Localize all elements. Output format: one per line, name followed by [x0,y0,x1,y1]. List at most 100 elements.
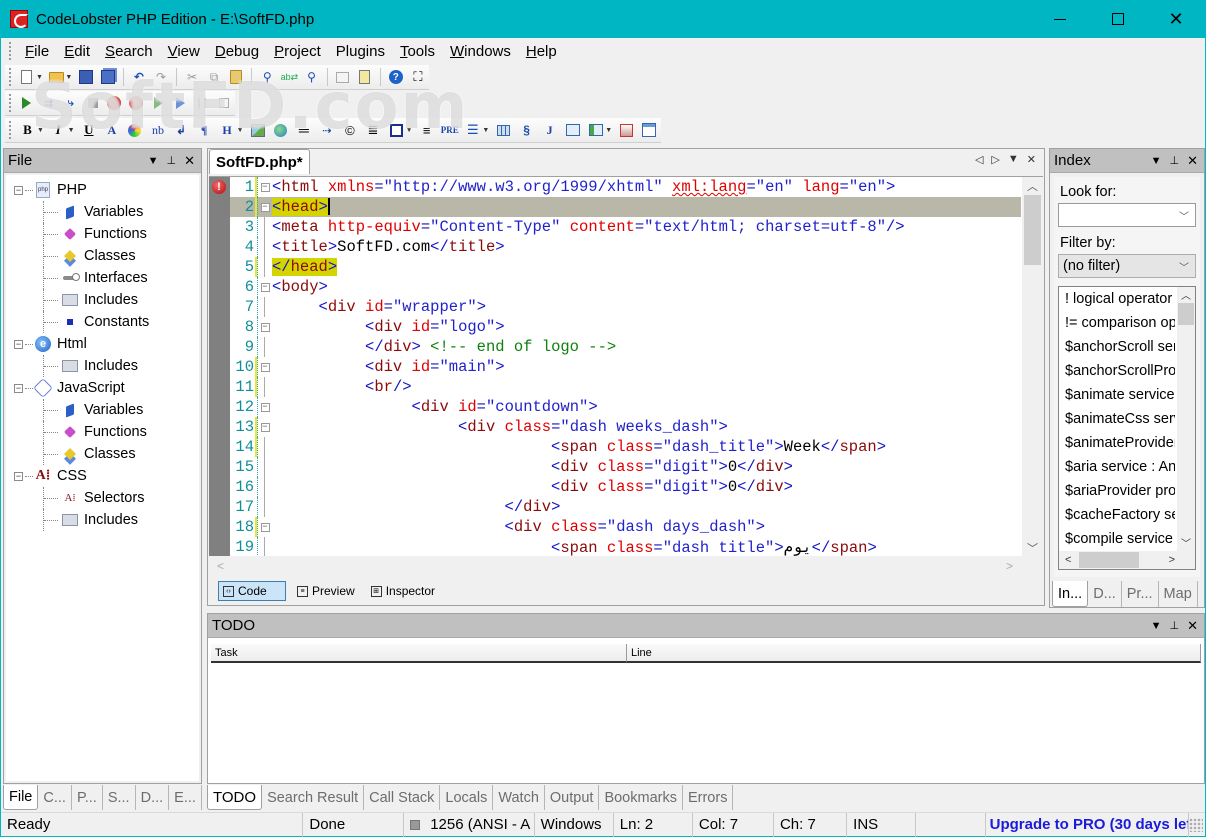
code-line[interactable]: 7 <div id="wrapper"> [230,297,1021,317]
italic-dropdown[interactable]: ▼ [68,127,76,134]
javascript-button[interactable]: J [540,120,559,140]
list-button[interactable]: ☰ [463,120,482,140]
pin-icon[interactable]: ⊥ [1170,154,1180,167]
left-tab-s[interactable]: S... [102,785,136,810]
index-list-item[interactable]: ! logical operator [1059,287,1175,311]
pin-icon[interactable]: ⊥ [1170,619,1180,632]
undo-button[interactable]: ↶ [130,67,148,87]
step-into-button[interactable]: ⇉ [40,93,58,113]
index-list-item[interactable]: $animateCss service [1059,407,1175,431]
menu-help[interactable]: Help [519,43,565,60]
index-horizontal-scrollbar[interactable]: < > [1059,551,1195,569]
view-tab-inspector[interactable]: ⊞ Inspector [366,581,440,601]
scroll-right-icon[interactable]: > [1006,559,1013,573]
div-button[interactable] [387,120,406,140]
replace-button[interactable]: ab⇄ [280,67,299,87]
tree-item-selectors[interactable]: A⁞ Selectors [6,487,199,509]
code-line[interactable]: 1− <html xmlns="http://www.w3.org/1999/xh… [230,177,1021,197]
font-button[interactable]: A [102,120,121,140]
toolbar-grip[interactable] [9,121,12,139]
tree-item-classes[interactable]: Classes [6,245,199,267]
bottom-tab-call-stack[interactable]: Call Stack [364,785,441,810]
step-over-button[interactable]: ⤷ [62,93,80,113]
code-line[interactable]: 8− <div id="logo"> [230,317,1021,337]
left-tab-p[interactable]: P... [71,785,103,810]
menu-grip[interactable] [9,42,12,60]
line-break-button[interactable]: ↲ [171,120,190,140]
scroll-left-icon[interactable]: < [217,559,224,573]
bold-dropdown[interactable]: ▼ [37,127,45,134]
split-view-button[interactable] [334,67,352,87]
stop-debug-button[interactable] [215,93,233,113]
menu-file[interactable]: File [18,43,57,60]
nbsp-button[interactable]: nb [148,120,167,140]
tree-item-classes[interactable]: Classes [6,443,199,465]
fold-toggle[interactable]: − [258,397,272,417]
panel-menu-icon[interactable]: ▼ [148,155,159,167]
pin-icon[interactable]: ⊥ [167,154,177,167]
fold-toggle[interactable]: − [258,277,272,297]
document-tab[interactable]: SoftFD.php* [209,149,310,174]
bottom-tab-bookmarks[interactable]: Bookmarks [599,785,683,810]
menu-windows[interactable]: Windows [443,43,519,60]
tree-node-css[interactable]: − A⁞ CSS [6,465,199,487]
scroll-right-icon[interactable]: > [1169,554,1175,566]
collapse-icon[interactable]: − [260,422,270,432]
scroll-thumb[interactable] [1178,303,1194,325]
index-list-item[interactable]: $aria service : Angular [1059,455,1175,479]
align-button[interactable]: ≡ [417,120,436,140]
index-tab-pr[interactable]: Pr... [1121,581,1159,607]
tree-item-includes[interactable]: Includes [6,509,199,531]
copyright-button[interactable]: © [340,120,359,140]
tree-node-javascript[interactable]: − JavaScript [6,377,199,399]
column-header-line[interactable]: Line [627,644,1201,663]
image-button[interactable] [248,120,267,140]
fold-toggle[interactable]: − [258,197,272,217]
toggle-breakpoint-button[interactable] [106,93,124,113]
code-line[interactable]: 19 <span class="dash title">يوم</span> [230,537,1021,557]
panel-menu-icon[interactable]: ▼ [1151,155,1162,167]
left-tab-e[interactable]: E... [169,785,202,810]
list-dropdown[interactable]: ▼ [482,127,490,134]
index-list-item[interactable]: $anchorScrollProvider [1059,359,1175,383]
fold-toggle[interactable]: − [258,517,272,537]
collapse-icon[interactable]: − [14,339,23,349]
collapse-icon[interactable]: − [14,185,23,195]
anchor-button[interactable]: ⇢ [317,120,336,140]
tab-next-icon[interactable]: ▷ [991,153,999,166]
maximize-button[interactable] [1089,0,1147,38]
code-line[interactable]: 2− <head> [230,197,1021,217]
table-button[interactable] [494,120,513,140]
code-line[interactable]: 17 </div> [230,497,1021,517]
fold-toggle[interactable]: − [258,177,272,197]
script-button[interactable]: § [517,120,536,140]
scroll-up-icon[interactable]: ︿ [1022,177,1043,195]
frame-button[interactable] [640,120,659,140]
minimize-button[interactable] [1031,0,1089,38]
index-list-item[interactable]: != comparison operator [1059,311,1175,335]
color-button[interactable] [125,120,144,140]
bottom-tab-errors[interactable]: Errors [682,785,734,810]
code-line[interactable]: 18− <div class="dash days_dash"> [230,517,1021,537]
scroll-up-icon[interactable]: ︿ [1177,287,1195,303]
collapse-icon[interactable]: − [14,471,23,481]
close-button[interactable]: ✕ [1147,0,1205,38]
menu-search[interactable]: Search [98,43,161,60]
help-button[interactable]: ? [387,67,405,87]
tree-node-php[interactable]: − php PHP [6,179,199,201]
redo-button[interactable]: ↷ [152,67,170,87]
code-line[interactable]: 5 </head> [230,257,1021,277]
error-icon[interactable]: ! [212,180,226,194]
scroll-left-icon[interactable]: < [1065,554,1071,566]
underline-button[interactable]: U [79,120,98,140]
tree-item-variables[interactable]: Variables [6,201,199,223]
index-list-item[interactable]: $cacheFactory service [1059,503,1175,527]
bookmark-gutter[interactable]: ! [209,177,230,557]
collapse-icon[interactable]: − [260,182,270,192]
input-dropdown[interactable]: ▼ [605,127,613,134]
editor-horizontal-scrollbar[interactable]: < > [209,556,1021,575]
menu-plugins[interactable]: Plugins [329,43,393,60]
code-lines[interactable]: 1− <html xmlns="http://www.w3.org/1999/xh… [230,177,1021,557]
fold-toggle[interactable]: − [258,417,272,437]
toolbar-grip[interactable] [9,68,12,86]
